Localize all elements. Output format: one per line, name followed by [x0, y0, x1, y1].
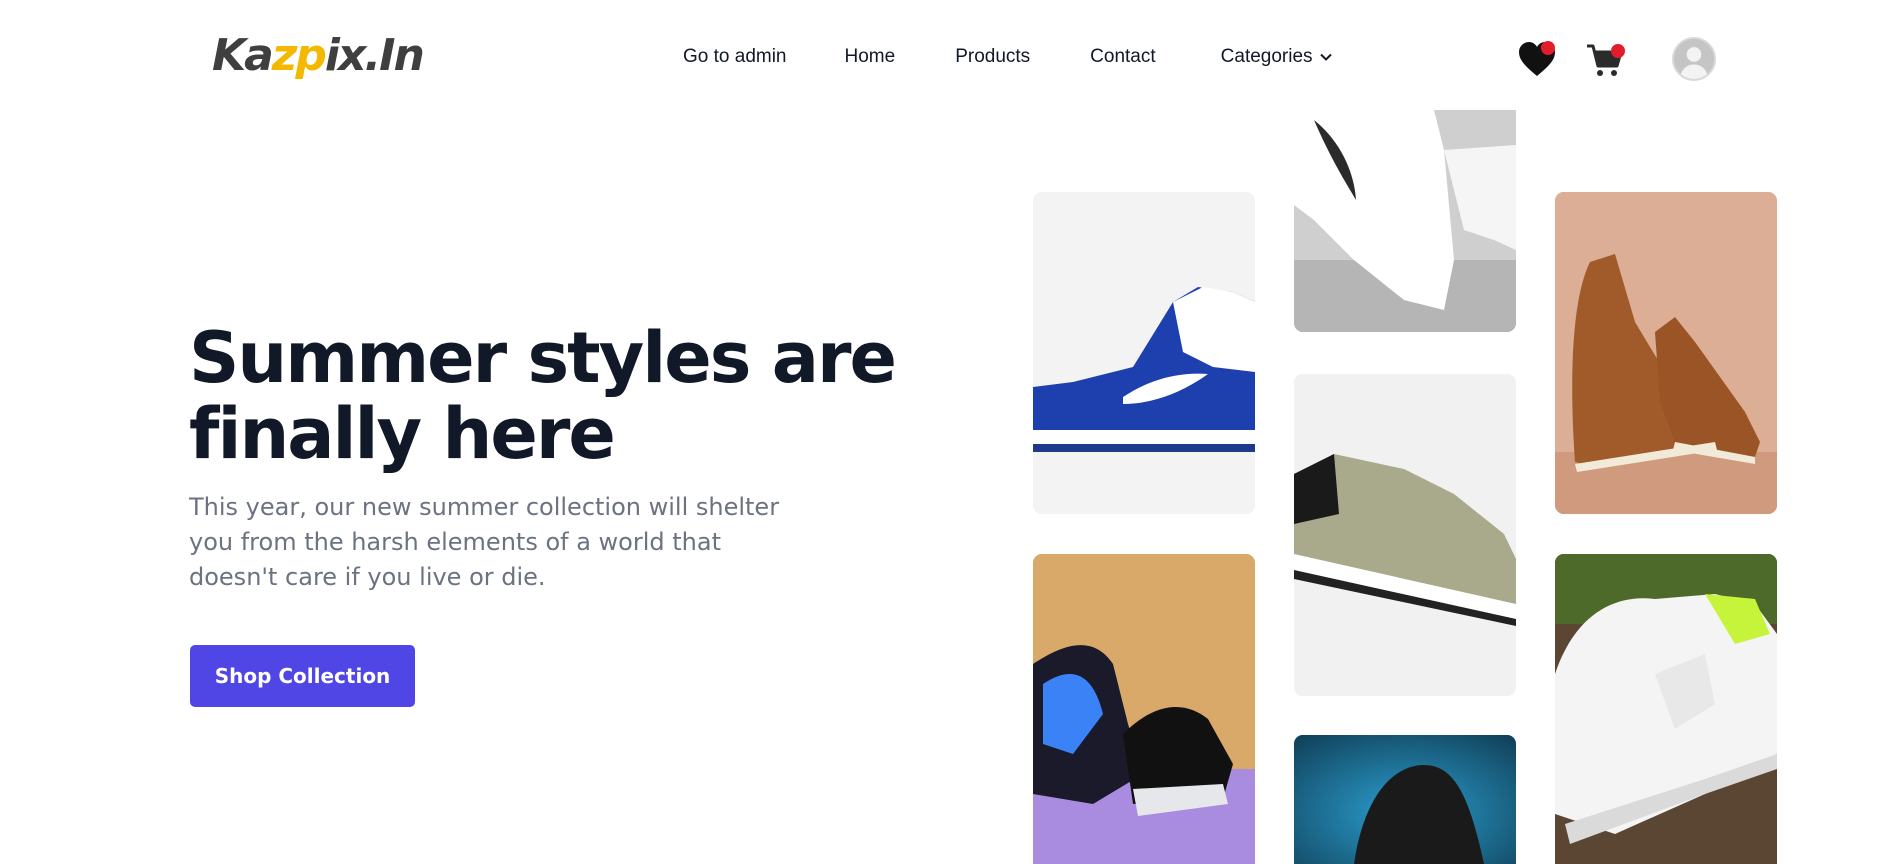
cart-badge	[1611, 44, 1625, 58]
logo-text-accent: zp	[271, 30, 327, 81]
nav-home[interactable]: Home	[845, 46, 896, 68]
user-avatar[interactable]	[1672, 37, 1716, 81]
nav-go-to-admin[interactable]: Go to admin	[683, 46, 787, 68]
hero-title-line-2: finally here	[189, 393, 616, 475]
wishlist-badge	[1541, 41, 1555, 55]
product-image-olive-running-shoe	[1294, 374, 1516, 696]
logo-text-part1: Ka	[212, 30, 274, 81]
chevron-down-icon	[1319, 53, 1332, 61]
logo-text-part2: ix.In	[324, 30, 425, 81]
hero-title: Summer styles are finally here	[189, 320, 909, 472]
cart-button[interactable]	[1585, 40, 1625, 80]
site-header: Kazpix.In Go to admin Home Products Cont…	[0, 0, 1896, 118]
wishlist-button[interactable]	[1517, 40, 1557, 80]
product-image-black-sneaker-blue-bg	[1294, 735, 1516, 864]
product-image-brown-leather-shoes	[1555, 192, 1777, 514]
nav-products[interactable]: Products	[955, 46, 1030, 68]
product-image-white-neon-sneakers	[1555, 554, 1777, 864]
shop-collection-button[interactable]: Shop Collection	[190, 645, 415, 707]
product-image-blue-white-sneaker	[1033, 192, 1255, 514]
hero-title-line-1: Summer styles are	[189, 317, 897, 399]
user-avatar-icon	[1674, 39, 1714, 79]
nav-categories-dropdown[interactable]: Categories	[1221, 46, 1333, 68]
main-nav: Go to admin Home Products Contact Catego…	[683, 46, 1333, 68]
brand-logo[interactable]: Kazpix.In	[212, 30, 425, 92]
nav-contact[interactable]: Contact	[1090, 46, 1155, 68]
product-image-white-feather-sneaker	[1294, 110, 1516, 332]
product-image-black-blue-runners	[1033, 554, 1255, 864]
categories-label: Categories	[1220, 46, 1313, 67]
hero-description: This year, our new summer collection wil…	[189, 493, 780, 591]
